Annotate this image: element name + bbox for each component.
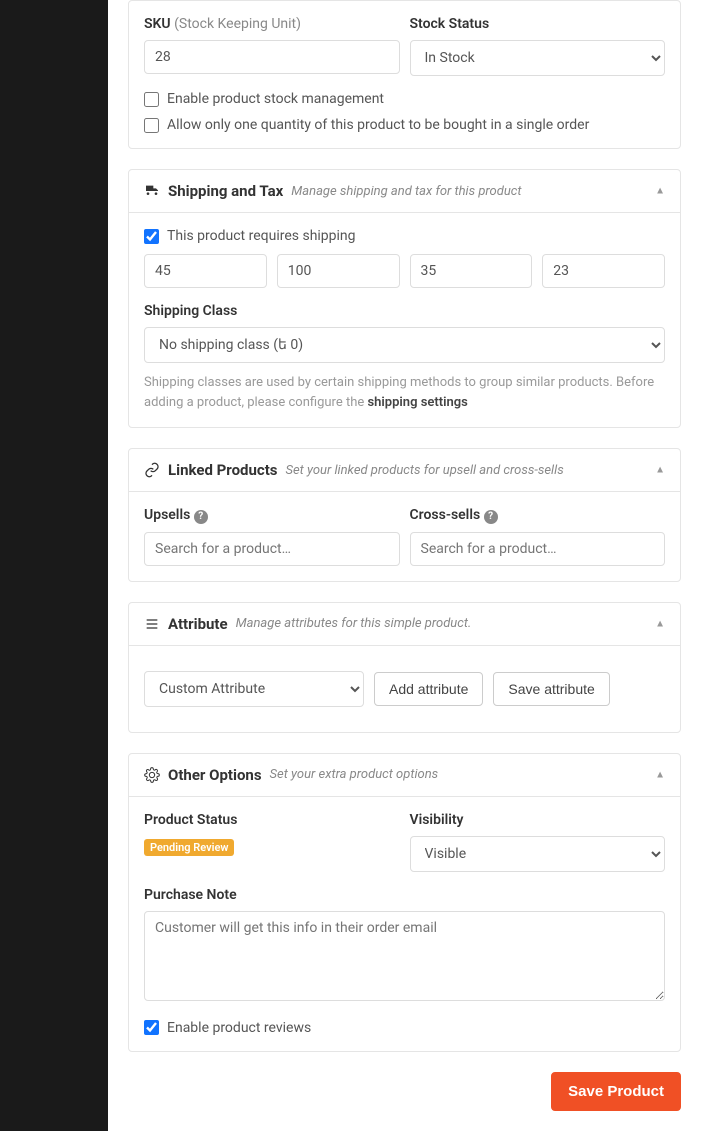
linked-header[interactable]: Linked Products Set your linked products… bbox=[129, 449, 680, 492]
attribute-select[interactable]: Custom Attribute bbox=[144, 671, 364, 707]
product-status-label: Product Status bbox=[144, 812, 400, 828]
shipping-header[interactable]: Shipping and Tax Manage shipping and tax… bbox=[129, 170, 680, 213]
main-content: SKU (Stock Keeping Unit) Stock Status In… bbox=[108, 0, 701, 1131]
status-badge: Pending Review bbox=[144, 839, 234, 856]
purchase-note-label: Purchase Note bbox=[144, 887, 665, 903]
collapse-icon[interactable]: ▲ bbox=[655, 618, 665, 629]
requires-shipping-label: This product requires shipping bbox=[167, 228, 356, 244]
linked-title: Linked Products bbox=[168, 461, 277, 479]
stock-status-label: Stock Status bbox=[410, 16, 666, 32]
stock-status-select[interactable]: In Stock bbox=[410, 40, 666, 76]
enable-reviews-checkbox[interactable] bbox=[144, 1020, 159, 1035]
shipping-class-label: Shipping Class bbox=[144, 303, 665, 319]
enable-stock-checkbox[interactable] bbox=[144, 92, 159, 107]
linked-panel: Linked Products Set your linked products… bbox=[128, 448, 681, 582]
shipping-subtitle: Manage shipping and tax for this product bbox=[291, 184, 521, 199]
crosssells-label: Cross-sells ? bbox=[410, 507, 666, 524]
list-icon bbox=[144, 616, 160, 632]
length-input[interactable] bbox=[277, 254, 400, 288]
visibility-select[interactable]: Visible bbox=[410, 836, 666, 872]
enable-stock-label: Enable product stock management bbox=[167, 91, 384, 107]
save-product-button[interactable]: Save Product bbox=[551, 1072, 681, 1111]
attribute-header[interactable]: Attribute Manage attributes for this sim… bbox=[129, 603, 680, 646]
link-icon bbox=[144, 462, 160, 478]
requires-shipping-checkbox[interactable] bbox=[144, 229, 159, 244]
shipping-helptext: Shipping classes are used by certain shi… bbox=[144, 373, 665, 412]
single-qty-label: Allow only one quantity of this product … bbox=[167, 117, 589, 133]
dashboard-sidebar bbox=[0, 0, 108, 1131]
shipping-panel: Shipping and Tax Manage shipping and tax… bbox=[128, 169, 681, 428]
upsells-label: Upsells ? bbox=[144, 507, 400, 524]
attribute-title: Attribute bbox=[168, 615, 228, 633]
upsells-input[interactable] bbox=[144, 532, 400, 566]
add-attribute-button[interactable]: Add attribute bbox=[374, 672, 483, 706]
collapse-icon[interactable]: ▲ bbox=[655, 186, 665, 197]
collapse-icon[interactable]: ▲ bbox=[655, 465, 665, 476]
single-qty-checkbox[interactable] bbox=[144, 118, 159, 133]
attribute-panel: Attribute Manage attributes for this sim… bbox=[128, 602, 681, 733]
other-header[interactable]: Other Options Set your extra product opt… bbox=[129, 754, 680, 797]
weight-input[interactable] bbox=[144, 254, 267, 288]
help-icon[interactable]: ? bbox=[194, 510, 208, 524]
other-title: Other Options bbox=[168, 766, 262, 784]
shipping-class-select[interactable]: No shipping class (ե 0) bbox=[144, 327, 665, 363]
collapse-icon[interactable]: ▲ bbox=[655, 769, 665, 780]
attribute-subtitle: Manage attributes for this simple produc… bbox=[236, 616, 472, 631]
truck-icon bbox=[144, 183, 160, 199]
linked-subtitle: Set your linked products for upsell and … bbox=[285, 463, 563, 478]
purchase-note-textarea[interactable] bbox=[144, 911, 665, 1001]
crosssells-input[interactable] bbox=[410, 532, 666, 566]
inventory-panel: SKU (Stock Keeping Unit) Stock Status In… bbox=[128, 0, 681, 149]
shipping-settings-link[interactable]: shipping settings bbox=[367, 395, 467, 410]
shipping-title: Shipping and Tax bbox=[168, 182, 283, 200]
sku-input[interactable] bbox=[144, 40, 400, 74]
help-icon[interactable]: ? bbox=[484, 510, 498, 524]
visibility-label: Visibility bbox=[410, 812, 666, 828]
other-panel: Other Options Set your extra product opt… bbox=[128, 753, 681, 1052]
save-attribute-button[interactable]: Save attribute bbox=[493, 672, 609, 706]
sku-label: SKU (Stock Keeping Unit) bbox=[144, 16, 400, 32]
enable-reviews-label: Enable product reviews bbox=[167, 1020, 311, 1036]
width-input[interactable] bbox=[410, 254, 533, 288]
gear-icon bbox=[144, 767, 160, 783]
other-subtitle: Set your extra product options bbox=[270, 767, 439, 782]
height-input[interactable] bbox=[542, 254, 665, 288]
